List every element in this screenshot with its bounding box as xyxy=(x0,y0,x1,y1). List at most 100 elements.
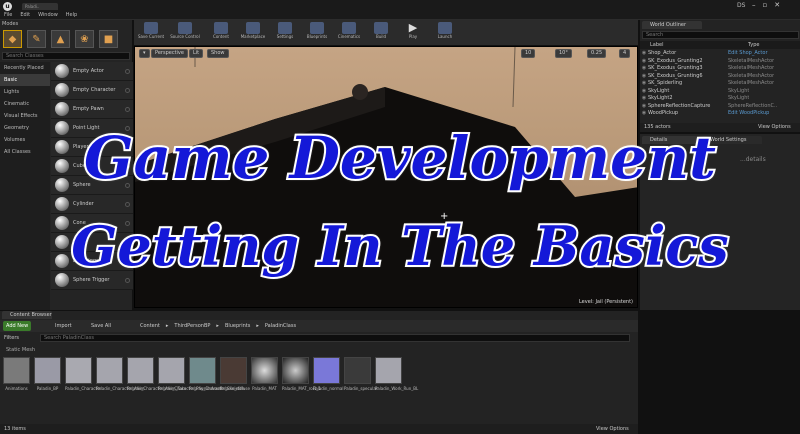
build-button[interactable]: Build xyxy=(366,21,396,45)
help-icon[interactable] xyxy=(125,87,130,93)
outliner-search-input[interactable]: Search xyxy=(642,31,799,39)
filters-button[interactable]: Filters xyxy=(4,335,19,341)
outliner-row[interactable]: ◉ SphereReflectionCapture SphereReflection… xyxy=(640,103,800,111)
asset-tile[interactable]: Paladin_MAT xyxy=(251,357,278,412)
import-button[interactable]: Import xyxy=(52,321,75,331)
paint-mode-icon[interactable]: ✎ xyxy=(27,30,46,48)
geometry-mode-icon[interactable]: ■ xyxy=(99,30,118,48)
category-visual-effects[interactable]: Visual Effects xyxy=(0,110,50,122)
eye-icon[interactable]: ◉ xyxy=(640,95,648,103)
source-control-button[interactable]: Source Control xyxy=(170,21,200,45)
help-icon[interactable] xyxy=(125,258,130,264)
help-icon[interactable] xyxy=(125,182,130,188)
menu-window[interactable]: Window xyxy=(38,12,58,18)
eye-icon[interactable]: ◉ xyxy=(640,88,648,96)
scale-snap-button[interactable]: 0.25 xyxy=(587,49,607,58)
place-item-plane[interactable]: Plane xyxy=(51,233,133,252)
help-icon[interactable] xyxy=(125,106,130,112)
asset-tile[interactable]: Paladin_Character_Skeleton xyxy=(189,357,244,412)
asset-tile[interactable]: Paladin_Character_Anim xyxy=(96,357,144,412)
eye-icon[interactable]: ◉ xyxy=(640,80,648,88)
launch-button[interactable]: Launch xyxy=(430,21,460,45)
place-item-box-trigger[interactable]: Box Trigger xyxy=(51,252,133,271)
content-button[interactable]: Content xyxy=(206,21,236,45)
asset-tile[interactable]: Paladin_normal xyxy=(313,357,343,412)
window-controls[interactable]: –▫✕ xyxy=(752,1,787,9)
outliner-row[interactable]: ◉ SK_Spiderling SkeletalMeshActor xyxy=(640,80,800,88)
place-item-empty-pawn[interactable]: Empty Pawn xyxy=(51,100,133,119)
eye-icon[interactable]: ◉ xyxy=(640,103,648,111)
blueprints-button[interactable]: Blueprints xyxy=(302,21,332,45)
outliner-row[interactable]: ◉ SkyLight SkyLight xyxy=(640,88,800,96)
place-item-point-light[interactable]: Point Light xyxy=(51,119,133,138)
place-item-sphere-trigger[interactable]: Sphere Trigger xyxy=(51,271,133,290)
grid-snap-button[interactable]: 10 xyxy=(521,49,536,58)
category-cinematic[interactable]: Cinematic xyxy=(0,98,50,110)
help-icon[interactable] xyxy=(125,201,130,207)
eye-icon[interactable]: ◉ xyxy=(640,50,648,58)
category-all-classes[interactable]: All Classes xyxy=(0,146,50,158)
help-icon[interactable] xyxy=(125,68,130,74)
outliner-row[interactable]: ◉ Shop_Actor Edit Shop_Actor xyxy=(640,50,800,58)
marketplace-button[interactable]: Marketplace xyxy=(238,21,268,45)
asset-tile[interactable]: Paladin_specular xyxy=(344,357,377,412)
outliner-view-options[interactable]: View Options xyxy=(758,123,791,132)
help-icon[interactable] xyxy=(125,125,130,131)
place-item-empty-character[interactable]: Empty Character xyxy=(51,81,133,100)
cinematics-button[interactable]: Cinematics xyxy=(334,21,364,45)
asset-tile[interactable]: Paladin_BP xyxy=(34,357,61,412)
category-recently-placed[interactable]: Recently Placed xyxy=(0,62,50,74)
foliage-mode-icon[interactable]: ❀ xyxy=(75,30,94,48)
breadcrumb-item[interactable]: Blueprints xyxy=(225,321,250,331)
show-button[interactable]: Show xyxy=(207,49,229,58)
category-geometry[interactable]: Geometry xyxy=(0,122,50,134)
asset-tile[interactable]: Paladin_Character xyxy=(65,357,101,412)
content-view-options[interactable]: View Options xyxy=(596,424,629,434)
landscape-mode-icon[interactable]: ▲ xyxy=(51,30,70,48)
place-item-cylinder[interactable]: Cylinder xyxy=(51,195,133,214)
category-lights[interactable]: Lights xyxy=(0,86,50,98)
content-browser-tab[interactable]: Content Browser xyxy=(2,311,52,319)
eye-icon[interactable]: ◉ xyxy=(640,110,648,118)
menu-help[interactable]: Help xyxy=(66,12,77,18)
outliner-row[interactable]: ◉ SK_Exodus_Grunting2 SkeletalMeshActor xyxy=(640,58,800,66)
breadcrumb-item[interactable]: Content xyxy=(140,321,160,331)
type-column-header[interactable]: Type xyxy=(748,41,759,49)
outliner-row[interactable]: ◉ SkyLight2 SkyLight xyxy=(640,95,800,103)
eye-icon[interactable]: ◉ xyxy=(640,58,648,66)
save-all-button[interactable]: Save All xyxy=(88,321,114,331)
level-viewport[interactable]: + ▾ Perspective Lit Show 10 10° 0.25 4 L… xyxy=(134,46,638,308)
asset-search-input[interactable]: Search PaladinClass xyxy=(40,334,630,342)
details-tab[interactable]: Details xyxy=(642,136,698,144)
place-item-player-start[interactable]: Player Start xyxy=(51,138,133,157)
add-new-button[interactable]: Add New xyxy=(3,321,32,331)
place-item-cone[interactable]: Cone xyxy=(51,214,133,233)
category-volumes[interactable]: Volumes xyxy=(0,134,50,146)
viewport-menu-icon[interactable]: ▾ xyxy=(139,49,150,58)
world-settings-tab[interactable]: World Settings xyxy=(702,136,762,144)
help-icon[interactable] xyxy=(125,144,130,150)
category-basic[interactable]: Basic xyxy=(0,74,50,86)
outliner-row[interactable]: ◉ WoodPickup Edit WoodPickup xyxy=(640,110,800,118)
camera-speed-button[interactable]: 4 xyxy=(619,49,631,58)
settings-button[interactable]: Settings xyxy=(270,21,300,45)
menu-file[interactable]: File xyxy=(4,12,12,18)
actor-type-link[interactable]: Edit Shop_Actor xyxy=(728,50,768,58)
save-current-button[interactable]: Save Current xyxy=(136,21,166,45)
place-item-cube[interactable]: Cube xyxy=(51,157,133,176)
level-tab[interactable]: Paladi.. xyxy=(22,3,58,10)
outliner-row[interactable]: ◉ SK_Exodus_Grunting6 SkeletalMeshActor xyxy=(640,73,800,81)
breadcrumb-item[interactable]: PaladinClass xyxy=(265,321,296,331)
eye-icon[interactable]: ◉ xyxy=(640,65,648,73)
asset-tile[interactable]: Paladin_Work_Run_BL xyxy=(375,357,418,412)
asset-tile[interactable]: Paladin_diffuse xyxy=(220,357,250,412)
asset-tile[interactable]: Paladin_MAT_roi1_1 xyxy=(282,357,321,412)
actor-type-link[interactable]: Edit WoodPickup xyxy=(728,110,769,118)
breadcrumb-item[interactable]: ThirdPersonBP xyxy=(174,321,210,331)
asset-tile[interactable]: Animations xyxy=(3,357,30,412)
place-item-sphere[interactable]: Sphere xyxy=(51,176,133,195)
play-button[interactable]: ▶ Play xyxy=(398,21,428,45)
outliner-row[interactable]: ◉ SK_Exodus_Grunting3 SkeletalMeshActor xyxy=(640,65,800,73)
place-item-empty-actor[interactable]: Empty Actor xyxy=(51,62,133,81)
asset-tile[interactable]: Paladin_Character_Anim_Take xyxy=(127,357,186,412)
